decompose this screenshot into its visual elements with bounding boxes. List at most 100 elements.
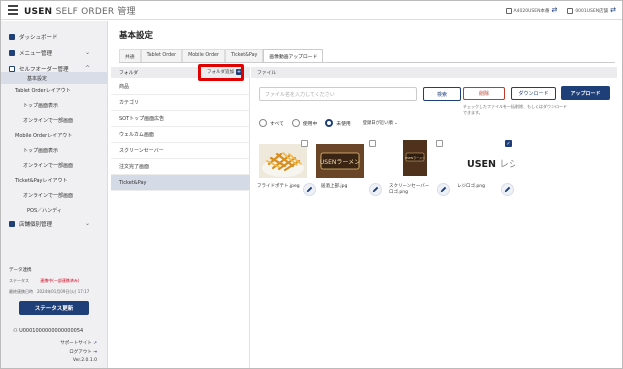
sidebar-item-label: メニュー管理 [19,51,53,57]
logout-icon: ⇥ [93,350,97,355]
filter-unused-radio[interactable]: 未使用 [325,119,351,127]
external-link-icon: ↗ [93,341,97,346]
sidebar-sub-ticket-layout[interactable]: Ticket&Payレイアウト [1,174,108,186]
status-refresh-button[interactable]: ステータス更新 [19,301,89,315]
file-thumbnail[interactable] [259,144,307,178]
filter-label: 使用中 [302,121,318,127]
sync-status: ステータス 連携中(一部連携済み) [9,278,79,284]
folder-item[interactable]: ウェルカム画面 [111,127,250,143]
filter-in-use-radio[interactable]: 使用中 [291,119,318,127]
tab-tablet-order[interactable]: Tablet Order [140,49,183,62]
hamburger-menu-icon[interactable] [8,5,18,15]
logo-usen: USEN [467,159,496,170]
sidebar-sub-label: POS／ハンディ [27,207,62,214]
file-name: 居酒上部.jpg [321,184,348,189]
app-window: USEN SELF ORDER 管理 A4020USEN本番 ⇄ 0001USEN… [0,0,623,369]
sidebar-sub-label: Mobile Orderレイアウト [15,132,73,139]
store-label: A4020USEN本番 [513,9,550,14]
file-header: ファイル [251,67,617,78]
brand-subtitle: SELF ORDER 管理 [55,7,136,17]
account-label: 0001USEN店舗 [575,9,609,14]
sidebar-item-label: 店舗個別管理 [19,222,53,228]
file-search-input[interactable]: ファイル名を入力してください [259,87,417,101]
edit-pencil-icon[interactable] [369,183,382,196]
last-sync-date: 最終連携日時 2024年01月09日(火) 17:17 [9,289,90,294]
tab-divider [119,62,615,63]
folder-item[interactable]: SOTトップ画面広告 [111,111,250,127]
file-thumbnail[interactable]: USEN レジ [463,144,515,178]
account-switcher[interactable]: 0001USEN店舗 ⇄ [567,6,616,14]
radio-icon [291,119,300,127]
tab-image-video-upload[interactable]: 画像動画アップロード [263,49,324,62]
logout-link[interactable]: ログアウト ⇥ [69,349,97,355]
switch-icon: ⇄ [610,6,616,14]
header-right: A4020USEN本番 ⇄ 0001USEN店舗 ⇄ [505,6,616,14]
usage-filter: すべて 使用中 未使用 登録日が近い順 ⌄ [259,119,398,127]
folder-item[interactable]: 注文完了画面 [111,159,250,175]
folder-column: フォルダ フォルダ追加 + 商品 カテゴリ SOTトップ画面広告 ウェルカム画面… [111,64,250,368]
upload-button[interactable]: アップロード [561,86,610,100]
sync-status-label: ステータス [9,278,29,283]
filter-label: すべて [270,121,284,127]
settings-tabs: 共通 Tablet Order Mobile Order Ticket&Pay … [119,49,324,62]
file-checkbox[interactable] [436,140,443,147]
user-id-text: U0001000000000000054 [19,328,84,334]
file-thumbnail[interactable]: USENラーメン [403,140,427,176]
sidebar-item-label: ダッシュボード [19,35,58,41]
sidebar-sub-basic-settings[interactable]: 基本設定 [1,72,108,84]
user-icon: ⚇ [13,328,18,334]
sidebar-sub-label: Ticket&Payレイアウト [15,177,68,184]
sidebar-item-store-management[interactable]: 店舗個別管理 ⌄ [1,218,108,230]
file-checkbox-checked[interactable]: ✓ [505,140,512,147]
store-icon [505,7,512,14]
sidebar-sub-mobile-top[interactable]: トップ画面表示 [1,144,108,156]
folder-header-label: フォルダ [119,71,139,76]
sidebar-sub-pos-handy[interactable]: POS／ハンディ [1,204,108,216]
sidebar-sub-tablet-layout[interactable]: Tablet Orderレイアウト [1,84,108,96]
sidebar-item-menu[interactable]: メニュー管理 ⌄ [1,47,108,59]
sidebar-sub-tablet-top[interactable]: トップ画面表示 [1,99,108,111]
screensaver-logo-image: USENラーメン [403,140,427,176]
filter-all-radio[interactable]: すべて [259,119,284,127]
switch-icon: ⇄ [551,6,558,14]
edit-pencil-icon[interactable] [501,183,514,196]
download-button[interactable]: ダウンロード [511,87,556,100]
tab-common[interactable]: 共通 [119,49,141,62]
logout-label: ログアウト [69,350,92,355]
sidebar-sub-label: トップ画面表示 [23,102,59,109]
usen-regi-logo: USEN レジ [467,156,515,170]
sync-status-value: 連携中(一部連携済み) [40,278,80,283]
delete-button[interactable]: 削除 [463,87,505,100]
sort-label: 登録日が近い順 [362,121,393,126]
filter-label: 未使用 [336,121,351,127]
menu-icon [9,50,15,56]
sidebar-sub-ticket-online[interactable]: オンラインで一部画面 [1,189,108,201]
sidebar-sub-mobile-online[interactable]: オンラインで一部画面 [1,159,108,171]
page-title: 基本設定 [119,31,154,41]
sidebar-sub-label: Tablet Orderレイアウト [15,87,71,94]
edit-pencil-icon[interactable] [303,183,316,196]
tab-ticket-pay[interactable]: Ticket&Pay [224,49,264,62]
support-link-label: サポートサイト [60,341,92,346]
store-switcher[interactable]: A4020USEN本番 ⇄ [505,6,558,14]
sidebar-sub-mobile-layout[interactable]: Mobile Orderレイアウト [1,129,108,141]
folder-item-selected[interactable]: Ticket&Pay [111,175,250,191]
top-bar: USEN SELF ORDER 管理 A4020USEN本番 ⇄ 0001USEN… [1,1,622,20]
sort-select[interactable]: 登録日が近い順 ⌄ [363,120,398,126]
file-name: フライドポテト.jpeg [257,184,300,189]
sidebar-sub-label: トップ画面表示 [23,147,59,154]
tab-mobile-order[interactable]: Mobile Order [182,49,225,62]
edit-pencil-icon[interactable] [437,183,450,196]
search-button[interactable]: 検索 [423,87,461,101]
folder-item[interactable]: スクリーンセーバー [111,143,250,159]
ramen-sign-image: USENラーメン [316,144,364,178]
folder-item[interactable]: 商品 [111,79,250,95]
bulk-action-note: チェックしたファイルを一括削除、もしくはダウンロードできます。 [463,104,567,115]
sidebar-item-dashboard[interactable]: ダッシュボード [1,31,108,43]
support-site-link[interactable]: サポートサイト ↗ [60,340,97,346]
file-checkbox[interactable] [369,140,376,147]
sidebar-sub-tablet-online[interactable]: オンラインで一部画面 [1,114,108,126]
file-checkbox[interactable] [301,140,308,147]
folder-item[interactable]: カテゴリ [111,95,250,111]
file-thumbnail[interactable]: USENラーメン [316,144,364,178]
